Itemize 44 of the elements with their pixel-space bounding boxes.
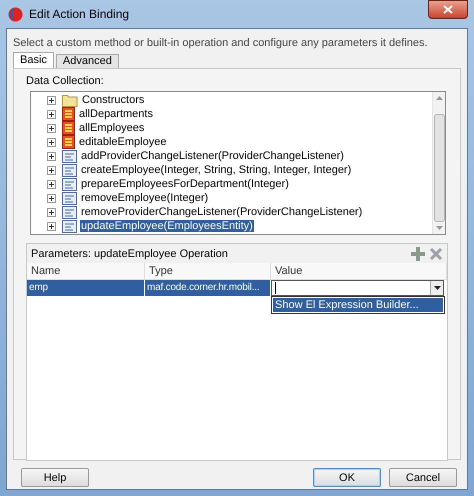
tree-item[interactable]: addProviderChangeListener(ProviderChangeListener) <box>80 150 345 162</box>
tree-item[interactable]: allDepartments <box>78 108 154 120</box>
table-cell: emp <box>27 280 145 296</box>
column-header[interactable]: Value <box>271 263 447 280</box>
method-icon <box>62 206 77 218</box>
dropdown-arrow-icon <box>434 286 440 290</box>
data-collection-label: Data Collection: <box>26 75 105 87</box>
close-icon <box>443 5 453 14</box>
tab[interactable]: Advanced <box>56 54 119 68</box>
scroll-up-icon[interactable] <box>436 96 442 100</box>
menu-item[interactable]: Show El Expression Builder... <box>273 298 443 312</box>
app-logo-icon <box>8 6 23 22</box>
column-header[interactable]: Type <box>145 263 271 280</box>
method-icon <box>62 150 77 162</box>
list-icon <box>62 107 75 121</box>
folder-icon <box>62 94 78 106</box>
tree-item[interactable]: prepareEmployeesForDepartment(Integer) <box>80 178 290 190</box>
tree-item[interactable]: allEmployees <box>78 122 146 134</box>
list-icon <box>62 135 75 149</box>
tree-item[interactable]: Constructors <box>81 94 146 106</box>
method-icon <box>62 164 77 176</box>
method-icon <box>62 192 77 204</box>
add-icon[interactable] <box>411 246 425 260</box>
window-title: Edit Action Binding <box>29 7 130 21</box>
tree-item[interactable]: updateEmployee(EmployeesEntity) <box>80 220 254 232</box>
list-icon <box>62 121 75 135</box>
scroll-down-icon[interactable] <box>436 226 442 230</box>
table-cell: maf.code.corner.hr.mobil... <box>145 280 271 296</box>
tree-item[interactable]: removeProviderChangeListener(ProviderChangeListener) <box>80 206 364 218</box>
dialog-button[interactable]: OK <box>313 468 381 487</box>
tab[interactable]: Basic <box>13 52 54 68</box>
close-button[interactable] <box>428 0 468 19</box>
scrollbar[interactable] <box>432 92 445 234</box>
tree-item[interactable]: editableEmployee <box>78 136 168 148</box>
dialog-button[interactable]: Help <box>21 468 89 487</box>
method-icon <box>62 178 77 190</box>
tree-item[interactable]: createEmployee(Integer, String, String, Integer, Integer) <box>80 164 352 176</box>
dialog-button[interactable]: Cancel <box>389 468 457 487</box>
parameters-title: Parameters: updateEmployee Operation <box>31 248 229 260</box>
instructions-text: Select a custom method or built-in operation and configure any parameters it defines. <box>13 37 429 49</box>
value-dropdown[interactable] <box>271 280 444 296</box>
method-icon <box>62 220 77 232</box>
column-header[interactable]: Name <box>27 263 145 280</box>
tree-item[interactable]: removeEmployee(Integer) <box>80 192 210 204</box>
